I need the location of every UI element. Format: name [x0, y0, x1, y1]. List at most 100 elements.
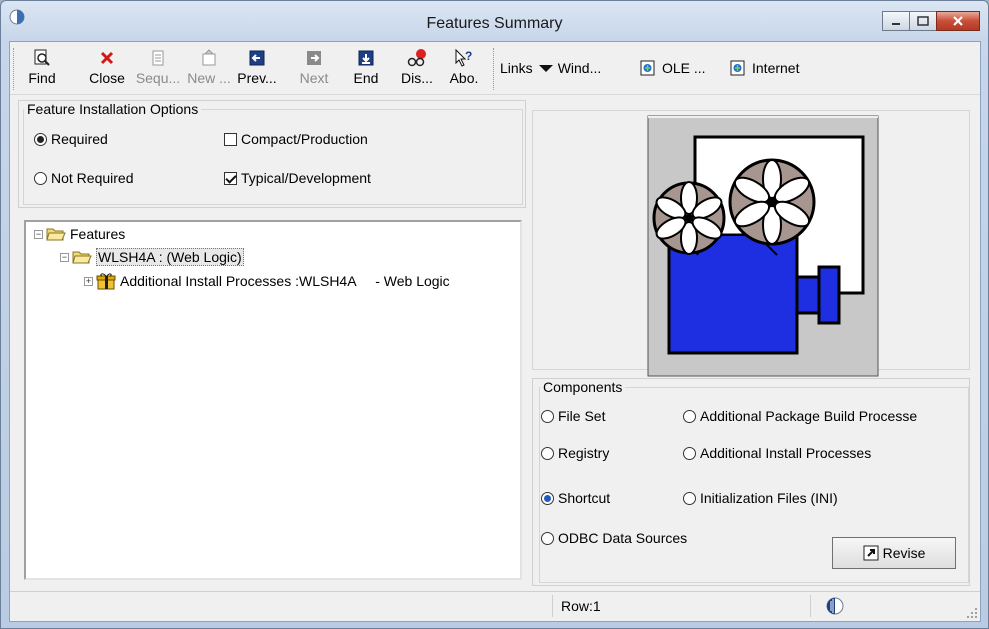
maximize-icon [917, 16, 929, 26]
close-x-icon [100, 51, 114, 65]
compact-checkbox-box [224, 132, 237, 146]
feature-image-panel [532, 110, 970, 377]
status-bar: Row:1 [10, 591, 980, 621]
close-window-button[interactable] [936, 11, 980, 31]
globe-status-icon [826, 597, 844, 615]
ini-files-label: Initialization Files (INI) [700, 490, 838, 506]
resize-grip-icon[interactable] [966, 607, 978, 619]
about-label: Abo. [449, 70, 479, 86]
gift-package-icon [96, 273, 116, 290]
links-dropdown[interactable]: Links Wind... [500, 60, 601, 76]
additional-package-label: Additional Package Build Processe [700, 408, 918, 424]
features-tree[interactable]: − Features − WLSH4A : (Web Logic) + Addi… [24, 220, 522, 580]
ole-label: OLE ... [662, 60, 706, 76]
internet-document-icon [730, 60, 745, 76]
new-document-icon [202, 49, 216, 66]
typical-label: Typical/Development [241, 170, 371, 186]
required-radio[interactable]: Required [34, 131, 108, 147]
collapse-icon[interactable]: − [34, 229, 43, 239]
compact-production-checkbox[interactable]: Compact/Production [224, 131, 368, 147]
shortcut-radio-dot [541, 491, 554, 505]
previous-label: Prev... [237, 70, 277, 86]
client-area: Find Close Sequ... New ... Prev... Next … [9, 41, 981, 622]
chevron-down-icon [538, 65, 553, 72]
typical-development-checkbox[interactable]: Typical/Development [224, 170, 371, 186]
shortcut-label: Shortcut [558, 490, 611, 506]
expand-icon[interactable]: + [84, 276, 93, 286]
tree-node-features[interactable]: − Features [34, 226, 125, 242]
tree-node-additional-install[interactable]: + Additional Install Processes :WLSH4A -… [84, 272, 450, 290]
additional-package-radio[interactable]: Additional Package Build Processe [683, 408, 917, 424]
window-link-label: Wind... [557, 60, 602, 76]
file-set-radio[interactable]: File Set [541, 408, 605, 424]
sequence-label: Sequ... [135, 70, 181, 86]
collapse-icon[interactable]: − [60, 252, 69, 262]
find-label: Find [28, 70, 56, 86]
find-icon [34, 49, 50, 66]
odbc-label: ODBC Data Sources [558, 530, 688, 546]
end-icon [358, 50, 374, 66]
end-label: End [353, 70, 379, 86]
ole-document-icon [640, 60, 655, 76]
file-set-radio-dot [541, 409, 554, 423]
end-button[interactable]: End [348, 48, 384, 90]
install-options-panel: Feature Installation Options Required No… [18, 100, 526, 208]
not-required-label: Not Required [51, 170, 134, 186]
maximize-button[interactable] [909, 11, 937, 31]
shortcut-arrow-icon [863, 545, 879, 561]
features-summary-window: Features Summary Find Close Sequ... New … [0, 0, 989, 629]
status-row: Row:1 [561, 598, 601, 614]
svg-text:?: ? [465, 49, 472, 63]
ole-link[interactable]: OLE ... [640, 60, 706, 76]
display-button[interactable]: Dis... [396, 48, 438, 90]
not-required-radio[interactable]: Not Required [34, 170, 134, 186]
ini-files-radio[interactable]: Initialization Files (INI) [683, 490, 838, 506]
sequence-icon [152, 50, 164, 66]
new-label: New ... [187, 70, 231, 86]
internet-link[interactable]: Internet [730, 60, 799, 76]
open-folder-icon [72, 251, 92, 264]
toolbar: Find Close Sequ... New ... Prev... Next … [10, 42, 980, 95]
odbc-radio[interactable]: ODBC Data Sources [541, 530, 687, 546]
new-button[interactable]: New ... [184, 48, 234, 90]
next-button[interactable]: Next [294, 48, 334, 90]
install-options-legend: Feature Installation Options [27, 101, 199, 117]
status-globe-cell [810, 595, 951, 617]
required-label: Required [51, 131, 108, 147]
tree-node-wlsh4a[interactable]: − WLSH4A : (Web Logic) [60, 248, 244, 266]
toolbar-grip[interactable] [13, 48, 18, 90]
install-options-group: Feature Installation Options [23, 101, 523, 205]
revise-label: Revise [882, 545, 926, 561]
file-set-label: File Set [558, 408, 606, 424]
next-label: Next [299, 70, 329, 86]
open-folder-icon [46, 228, 66, 241]
shortcut-radio[interactable]: Shortcut [541, 490, 610, 506]
registry-label: Registry [558, 445, 610, 461]
internet-label: Internet [752, 60, 800, 76]
registry-radio[interactable]: Registry [541, 445, 609, 461]
about-button[interactable]: ? Abo. [446, 48, 482, 90]
additional-install-radio[interactable]: Additional Install Processes [683, 445, 871, 461]
minimize-button[interactable] [882, 11, 910, 31]
window-title: Features Summary [426, 15, 563, 32]
previous-button[interactable]: Prev... [236, 48, 278, 90]
close-icon [953, 16, 963, 26]
close-label: Close [89, 70, 125, 86]
toolbar-separator [493, 48, 496, 90]
previous-icon [249, 50, 265, 66]
display-glasses-icon [407, 49, 426, 67]
status-row-cell: Row:1 [552, 595, 803, 617]
close-button[interactable]: Close [84, 48, 130, 90]
additional-install-radio-dot [683, 446, 696, 460]
components-legend: Components [543, 379, 623, 395]
sequence-button[interactable]: Sequ... [134, 48, 182, 90]
minimize-icon [892, 23, 900, 25]
revise-button[interactable]: Revise [832, 537, 956, 569]
registry-radio-dot [541, 446, 554, 460]
next-icon [307, 51, 321, 65]
additional-package-radio-dot [683, 409, 696, 423]
not-required-radio-dot [34, 171, 47, 185]
find-button[interactable]: Find [22, 48, 62, 90]
required-radio-dot [34, 132, 47, 146]
window-controls [882, 11, 980, 31]
